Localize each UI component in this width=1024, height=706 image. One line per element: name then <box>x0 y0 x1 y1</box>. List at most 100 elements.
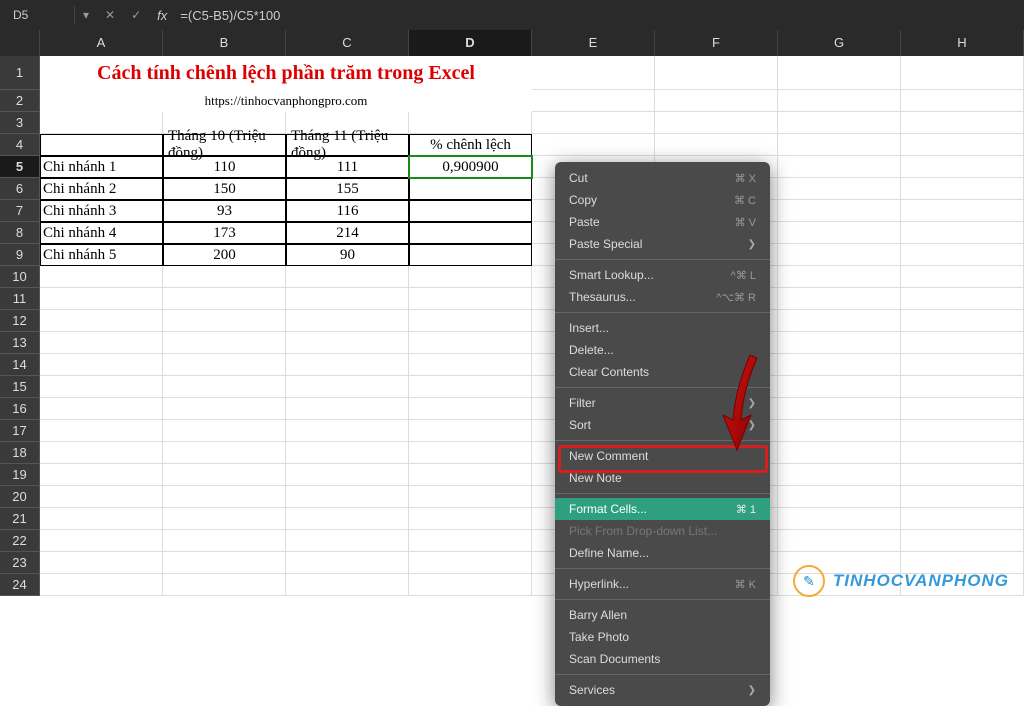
cell[interactable] <box>286 332 409 354</box>
cell[interactable] <box>409 464 532 486</box>
cell[interactable] <box>778 222 901 244</box>
cell[interactable] <box>778 112 901 134</box>
cell[interactable]: Tháng 10 (Triệu đồng) <box>163 134 286 156</box>
row-header-23[interactable]: 23 <box>0 552 40 574</box>
cell[interactable] <box>778 310 901 332</box>
menu-item-smart-lookup[interactable]: Smart Lookup...^⌘ L <box>555 264 770 286</box>
cell[interactable] <box>901 420 1024 442</box>
cell[interactable] <box>409 420 532 442</box>
cell[interactable] <box>901 486 1024 508</box>
cell[interactable] <box>778 244 901 266</box>
row-header-22[interactable]: 22 <box>0 530 40 552</box>
menu-item-thesaurus[interactable]: Thesaurus...^⌥⌘ R <box>555 286 770 308</box>
row-header-4[interactable]: 4 <box>0 134 40 156</box>
col-header-A[interactable]: A <box>40 30 163 56</box>
col-header-H[interactable]: H <box>901 30 1024 56</box>
cell[interactable] <box>901 398 1024 420</box>
cell[interactable] <box>901 56 1024 90</box>
cell[interactable] <box>778 420 901 442</box>
row-header-1[interactable]: 1 <box>0 56 40 90</box>
cell[interactable]: Chi nhánh 1 <box>40 156 163 178</box>
cell[interactable]: Chi nhánh 2 <box>40 178 163 200</box>
cell[interactable]: Chi nhánh 3 <box>40 200 163 222</box>
menu-item-delete[interactable]: Delete... <box>555 339 770 361</box>
cell[interactable] <box>409 200 532 222</box>
dropdown-icon[interactable]: ▾ <box>75 8 97 22</box>
cell[interactable] <box>40 134 163 156</box>
cell[interactable] <box>286 552 409 574</box>
cell[interactable] <box>163 574 286 596</box>
row-header-18[interactable]: 18 <box>0 442 40 464</box>
cell[interactable] <box>409 530 532 552</box>
cell[interactable] <box>286 266 409 288</box>
row-header-14[interactable]: 14 <box>0 354 40 376</box>
menu-item-copy[interactable]: Copy⌘ C <box>555 189 770 211</box>
row-header-16[interactable]: 16 <box>0 398 40 420</box>
fx-label[interactable]: fx <box>149 8 175 23</box>
cell[interactable] <box>163 464 286 486</box>
cell[interactable] <box>40 464 163 486</box>
cell[interactable]: 0,900900 <box>409 156 532 178</box>
cell[interactable] <box>286 464 409 486</box>
cell[interactable] <box>778 178 901 200</box>
cell[interactable] <box>901 376 1024 398</box>
col-header-F[interactable]: F <box>655 30 778 56</box>
menu-item-cut[interactable]: Cut⌘ X <box>555 167 770 189</box>
cell[interactable] <box>655 112 778 134</box>
cell[interactable] <box>40 332 163 354</box>
menu-item-clear-contents[interactable]: Clear Contents <box>555 361 770 383</box>
cell[interactable] <box>40 574 163 596</box>
cell[interactable] <box>901 288 1024 310</box>
cell[interactable] <box>286 376 409 398</box>
cell[interactable] <box>286 310 409 332</box>
cell[interactable] <box>778 288 901 310</box>
col-header-C[interactable]: C <box>286 30 409 56</box>
cell[interactable] <box>901 442 1024 464</box>
cell[interactable] <box>163 552 286 574</box>
cell[interactable] <box>901 156 1024 178</box>
cell[interactable] <box>778 398 901 420</box>
cell[interactable] <box>778 530 901 552</box>
row-header-12[interactable]: 12 <box>0 310 40 332</box>
menu-item-sort[interactable]: Sort❯ <box>555 414 770 436</box>
cell[interactable]: 155 <box>286 178 409 200</box>
row-header-8[interactable]: 8 <box>0 222 40 244</box>
cell[interactable] <box>532 112 655 134</box>
menu-item-paste[interactable]: Paste⌘ V <box>555 211 770 233</box>
row-header-7[interactable]: 7 <box>0 200 40 222</box>
cell[interactable] <box>409 354 532 376</box>
cell[interactable] <box>40 112 163 134</box>
cell[interactable] <box>286 288 409 310</box>
cell[interactable] <box>163 530 286 552</box>
cell[interactable] <box>778 90 901 112</box>
cell[interactable] <box>901 266 1024 288</box>
cell[interactable]: 93 <box>163 200 286 222</box>
cell[interactable] <box>655 134 778 156</box>
cell[interactable] <box>286 574 409 596</box>
cell[interactable] <box>778 464 901 486</box>
cell[interactable] <box>532 90 655 112</box>
cell[interactable] <box>778 56 901 90</box>
row-header-17[interactable]: 17 <box>0 420 40 442</box>
col-header-D[interactable]: D <box>409 30 532 56</box>
menu-item-format-cells[interactable]: Format Cells...⌘ 1 <box>555 498 770 520</box>
cell[interactable] <box>163 354 286 376</box>
menu-item-barry-allen[interactable]: Barry Allen <box>555 604 770 626</box>
col-header-B[interactable]: B <box>163 30 286 56</box>
cell[interactable] <box>901 508 1024 530</box>
cell[interactable] <box>901 112 1024 134</box>
cell[interactable] <box>40 420 163 442</box>
cell[interactable] <box>40 486 163 508</box>
cell[interactable] <box>901 464 1024 486</box>
cell[interactable] <box>40 508 163 530</box>
cell[interactable] <box>409 178 532 200</box>
cell[interactable] <box>40 266 163 288</box>
menu-item-take-photo[interactable]: Take Photo <box>555 626 770 648</box>
cell[interactable] <box>163 398 286 420</box>
cell[interactable] <box>655 56 778 90</box>
cell[interactable] <box>409 442 532 464</box>
cell[interactable] <box>409 398 532 420</box>
cell[interactable] <box>163 266 286 288</box>
cell[interactable]: Chi nhánh 4 <box>40 222 163 244</box>
cell[interactable] <box>901 90 1024 112</box>
